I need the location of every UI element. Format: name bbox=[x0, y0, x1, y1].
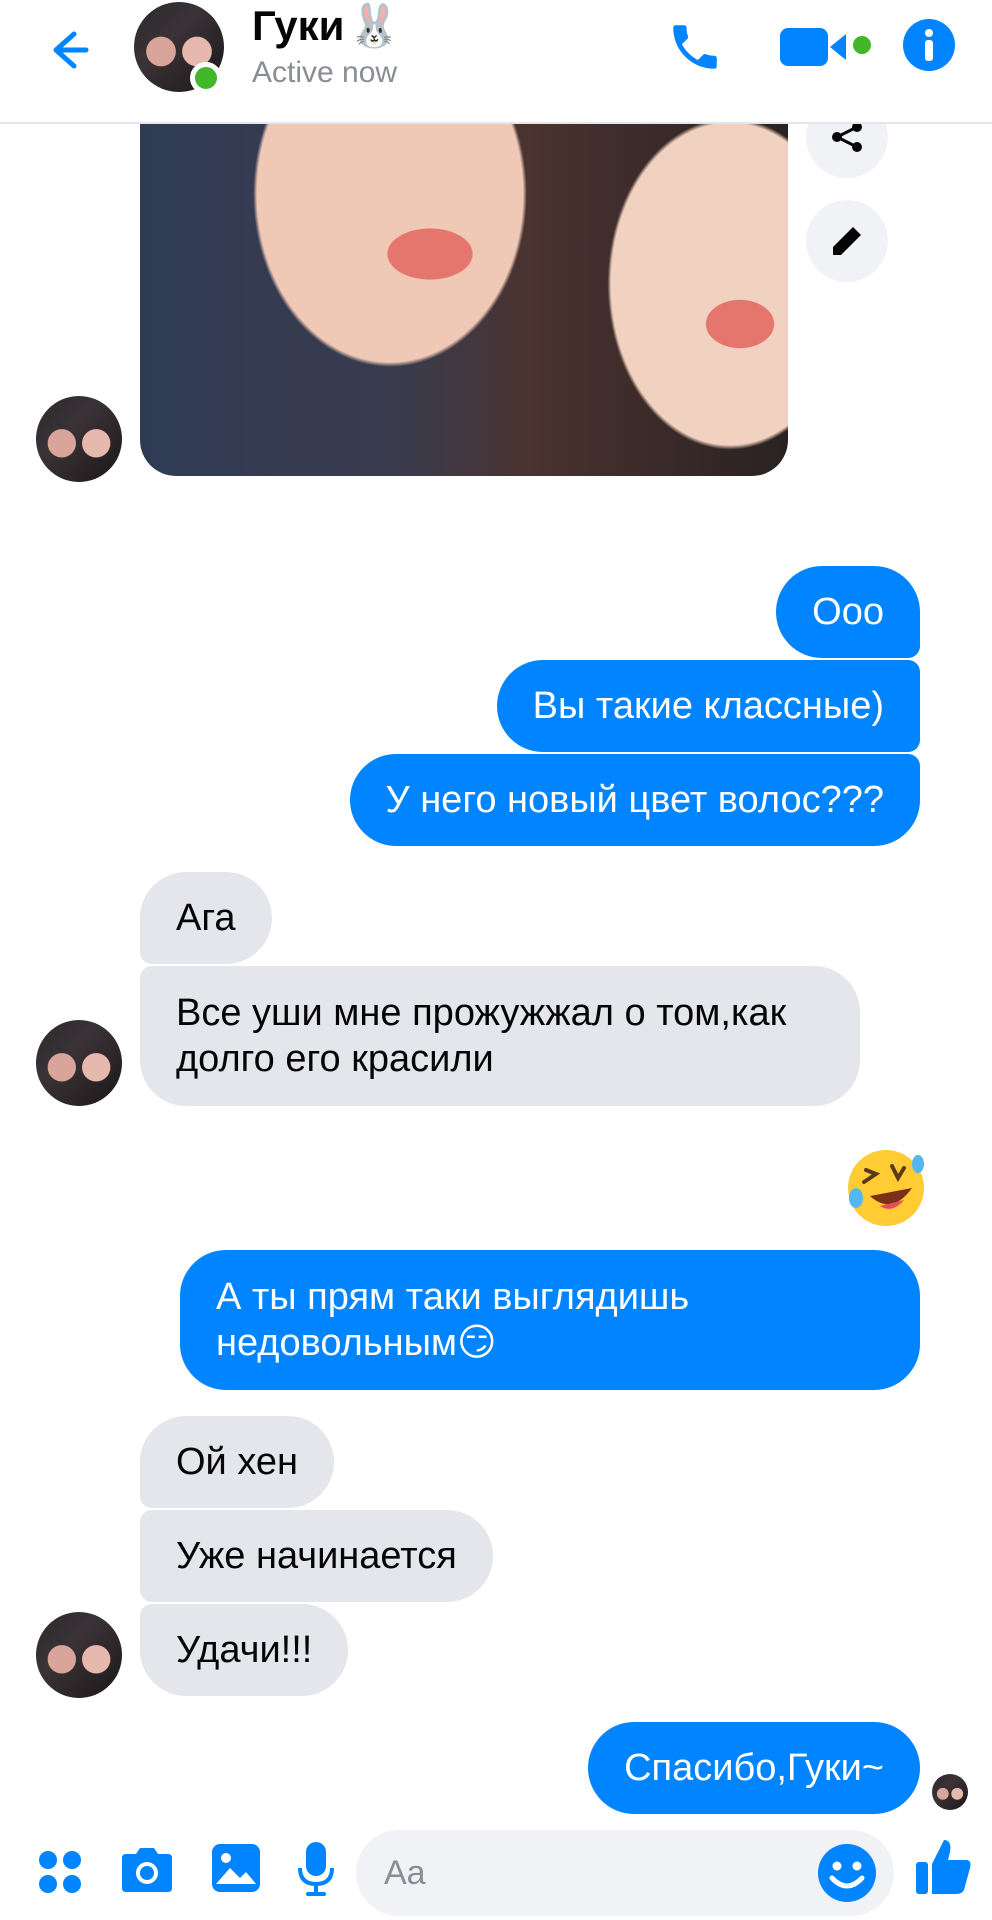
message-incoming[interactable]: Удачи!!! bbox=[140, 1604, 349, 1696]
contact-avatar-small[interactable] bbox=[36, 1612, 122, 1698]
gallery-button[interactable] bbox=[210, 1842, 262, 1899]
contact-name-text: Гуки bbox=[252, 2, 345, 49]
apps-button[interactable] bbox=[36, 1848, 84, 1901]
info-icon bbox=[903, 19, 955, 71]
info-button[interactable] bbox=[902, 18, 956, 72]
video-camera-icon bbox=[780, 28, 871, 66]
message-input[interactable] bbox=[384, 1830, 804, 1916]
message-input-container bbox=[356, 1830, 894, 1916]
message-incoming[interactable]: Ага bbox=[140, 872, 272, 964]
name-emoji: 🐰 bbox=[348, 2, 401, 49]
voice-call-button[interactable] bbox=[666, 18, 724, 76]
message-outgoing[interactable]: У него новый цвет волос??? bbox=[349, 754, 920, 846]
message-outgoing[interactable]: Вы такие классные) bbox=[496, 660, 920, 752]
contact-avatar-small[interactable] bbox=[36, 1020, 122, 1106]
message-incoming[interactable]: Все уши мне прожужжал о том,как долго ег… bbox=[140, 966, 860, 1106]
message-outgoing[interactable]: Спасибо,Гуки~ bbox=[588, 1722, 920, 1814]
back-arrow-icon bbox=[53, 31, 89, 69]
online-indicator bbox=[190, 62, 222, 94]
laughing-emoji-icon bbox=[848, 1150, 924, 1226]
video-call-button[interactable] bbox=[778, 24, 878, 70]
gallery-icon bbox=[212, 1844, 260, 1892]
message-outgoing[interactable]: Ооо bbox=[776, 566, 920, 658]
apps-grid-icon bbox=[39, 1851, 81, 1893]
active-status: Active now bbox=[252, 56, 398, 89]
edit-button[interactable] bbox=[806, 200, 888, 282]
message-outgoing[interactable]: А ты прям таки выглядишь недовольным😏 bbox=[180, 1250, 920, 1390]
camera-button[interactable] bbox=[118, 1844, 176, 1901]
reaction-emoji[interactable] bbox=[842, 1144, 930, 1232]
seen-receipt-avatar bbox=[932, 1774, 968, 1810]
shared-photo[interactable] bbox=[140, 124, 788, 476]
message-composer bbox=[0, 1820, 992, 1920]
message-incoming[interactable]: Уже начинается bbox=[140, 1510, 493, 1602]
back-button[interactable] bbox=[40, 22, 110, 82]
phone-icon bbox=[673, 25, 717, 69]
emoji-button[interactable] bbox=[816, 1842, 878, 1909]
smiley-icon bbox=[818, 1844, 876, 1902]
contact-avatar-small[interactable] bbox=[36, 396, 122, 482]
thumbs-up-icon bbox=[916, 1840, 971, 1894]
message-incoming[interactable]: Ой хен bbox=[140, 1416, 335, 1508]
voice-clip-button[interactable] bbox=[296, 1840, 336, 1903]
microphone-icon bbox=[298, 1842, 334, 1896]
like-button[interactable] bbox=[914, 1836, 974, 1903]
contact-name[interactable]: Гуки🐰 bbox=[252, 2, 401, 51]
pencil-icon bbox=[833, 227, 861, 255]
conversation-header: Гуки🐰 Active now bbox=[0, 0, 992, 124]
camera-icon bbox=[122, 1848, 172, 1892]
